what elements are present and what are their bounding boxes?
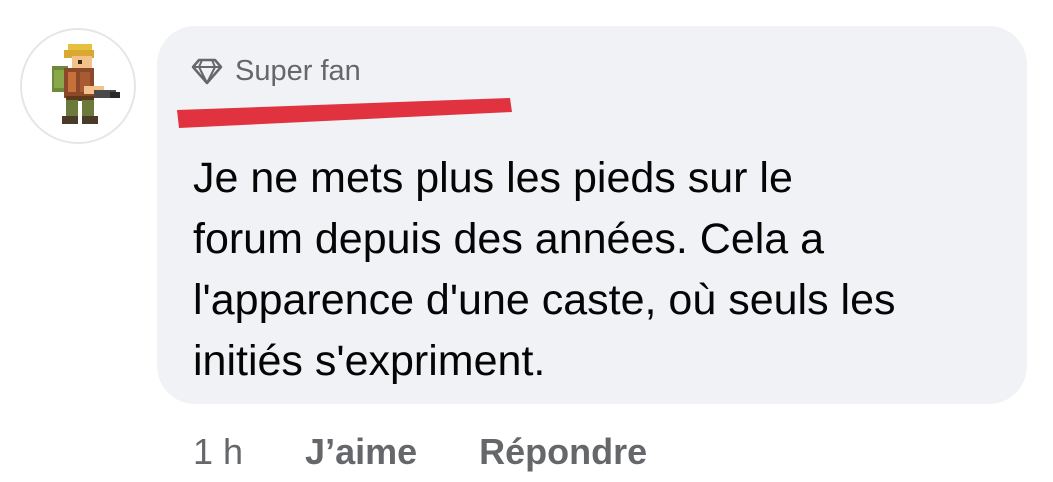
badge-label: Super fan — [235, 54, 361, 87]
comment-container: Super fan Je ne mets plus les pieds sur … — [0, 0, 1053, 482]
author-badge[interactable]: Super fan — [191, 53, 361, 89]
reply-button[interactable]: Répondre — [479, 431, 647, 473]
like-button[interactable]: J’aime — [305, 431, 417, 473]
comment-text: Je ne mets plus les pieds sur le forum d… — [193, 154, 896, 385]
avatar[interactable] — [20, 28, 136, 144]
pixel-soldier-icon — [52, 44, 120, 124]
comment-timestamp[interactable]: 1 h — [193, 431, 243, 473]
author-name-redacted[interactable] — [177, 98, 512, 128]
diamond-icon — [191, 55, 223, 87]
comment-bubble: Super fan Je ne mets plus les pieds sur … — [157, 26, 1027, 404]
comment-actions: 1 h J’aime Répondre — [193, 428, 647, 476]
